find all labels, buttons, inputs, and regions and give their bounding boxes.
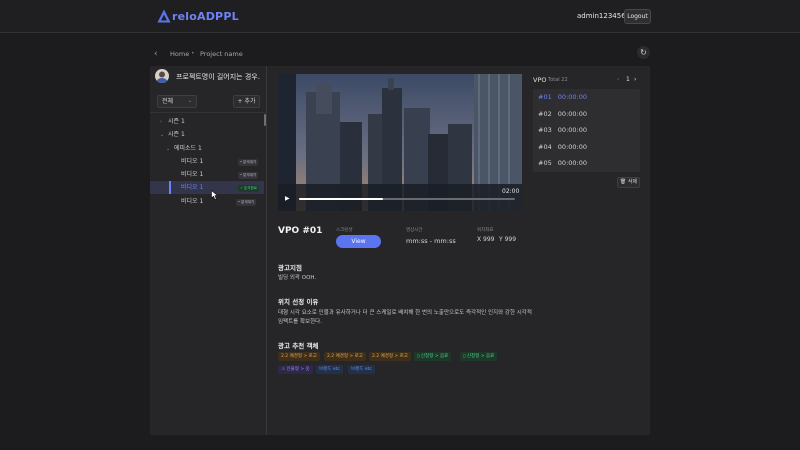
tree-item-label: 비디오 1 bbox=[181, 184, 204, 191]
vpo-item-id: #05 bbox=[538, 159, 552, 167]
trash-icon: 🗑 bbox=[619, 179, 627, 185]
video-timestamp: 02:00 bbox=[502, 188, 520, 195]
recommended-object-chip[interactable]: ▯ 신청형 > 음료 bbox=[414, 352, 452, 361]
project-title: 프로젝트명이 길어지는 경우... bbox=[176, 73, 260, 81]
delete-label: 삭제 bbox=[627, 179, 638, 185]
vpo-list-item[interactable]: #05 00:00:00 bbox=[538, 155, 587, 171]
vpo-detail-title: VPO #01 bbox=[278, 226, 323, 236]
vpo-list-item[interactable]: #04 00:00:00 bbox=[538, 139, 587, 155]
vpo-total: Total 22 bbox=[548, 77, 568, 83]
tree-item-label: 비디오 1 bbox=[181, 171, 204, 178]
vpo-item-time: 00:00:00 bbox=[557, 159, 587, 167]
vpo-item-time: 00:00:00 bbox=[557, 93, 587, 101]
play-icon[interactable]: ▶ bbox=[285, 195, 290, 202]
time-range-value: mm:ss - mm:ss bbox=[406, 237, 456, 245]
vpo-item-id: #01 bbox=[538, 93, 552, 101]
chevron-down-icon[interactable]: ⌄ bbox=[160, 129, 168, 141]
vpo-page-number: 1 bbox=[626, 76, 630, 83]
video-progress-fill bbox=[299, 198, 384, 200]
next-page-icon[interactable]: › bbox=[634, 76, 636, 83]
filter-selected-value: 전체 bbox=[162, 98, 174, 105]
prev-page-icon[interactable]: ‹ bbox=[617, 76, 619, 83]
status-badge: • 분석대기 bbox=[238, 171, 259, 179]
vpo-item-time: 00:00:00 bbox=[557, 142, 587, 151]
chevron-down-icon: ⌄ bbox=[187, 98, 192, 104]
chevron-right-icon[interactable]: › bbox=[160, 116, 168, 128]
status-badge: ✓ 분석완료 bbox=[238, 184, 259, 192]
refresh-icon[interactable]: ↻ bbox=[637, 46, 650, 59]
tree-video-item[interactable]: 비디오 1 bbox=[181, 196, 203, 208]
screenshot-label: 스크린샷 bbox=[336, 228, 353, 233]
position-label: 위치좌표 bbox=[477, 228, 494, 233]
video-player[interactable] bbox=[278, 74, 522, 211]
breadcrumb-project: Project name bbox=[200, 50, 243, 58]
recommended-object-chip[interactable]: 2.2 예경형 > 로고 bbox=[278, 352, 320, 361]
vpo-list-item[interactable]: #02 00:00:00 bbox=[538, 106, 587, 122]
ad-spot-text: 빌딩 외곽 OOH. bbox=[278, 275, 317, 281]
brand-logo-icon[interactable] bbox=[157, 9, 171, 23]
delete-button[interactable]: 🗑 삭제 bbox=[617, 177, 640, 188]
breadcrumb-separator: • bbox=[191, 50, 195, 57]
x-coordinate: X 999 bbox=[477, 236, 495, 243]
view-button[interactable]: View bbox=[336, 235, 381, 248]
tree-item-label: 에피소드 1 bbox=[174, 145, 202, 152]
vpo-list-item[interactable]: #03 00:00:00 bbox=[538, 122, 587, 138]
vpo-list: #01 00:00:00 #02 00:00:00 #03 00:00:00 #04 … bbox=[533, 89, 640, 172]
reason-text: 대형 시각 요소로 인물과 유사하거나 더 큰 스케일로 배치해 한 번의 노출… bbox=[278, 310, 532, 325]
time-label: 영상시간 bbox=[406, 228, 423, 233]
tree-item-label: 비디오 1 bbox=[181, 158, 204, 165]
vpo-item-id: #03 bbox=[538, 126, 552, 134]
video-progress-bar[interactable] bbox=[299, 198, 515, 200]
tree-scrollbar[interactable] bbox=[264, 114, 266, 126]
divider bbox=[150, 112, 267, 113]
tree-episode-item[interactable]: ⌄ 에피소드 1 bbox=[166, 143, 202, 155]
recommended-object-chip[interactable]: 2.2 예경형 > 로고 bbox=[369, 352, 411, 361]
mouse-cursor-icon bbox=[211, 190, 219, 200]
status-badge: • 분석대기 bbox=[236, 198, 257, 206]
brand-name[interactable]: reloADPPL bbox=[172, 10, 239, 23]
vpo-item-id: #02 bbox=[538, 109, 552, 118]
y-coordinate: Y 999 bbox=[499, 236, 517, 243]
add-button[interactable]: + 추가 bbox=[233, 95, 260, 108]
ad-spot-title: 광고지점 bbox=[278, 264, 302, 272]
vpo-item-time: 00:00:00 bbox=[557, 109, 587, 118]
tree-item-label: 시즌 1 bbox=[168, 118, 185, 125]
selected-row-indicator bbox=[169, 181, 171, 194]
vpo-list-item[interactable]: #01 00:00:00 bbox=[538, 89, 587, 105]
recommended-object-chip[interactable]: 브랜드 etc bbox=[316, 365, 343, 374]
breadcrumb-home[interactable]: Home bbox=[170, 50, 189, 58]
back-chevron-icon[interactable]: ‹ bbox=[154, 49, 158, 59]
tree-item-label: 시즌 1 bbox=[168, 131, 185, 138]
reason-title: 위치 선정 이유 bbox=[278, 298, 319, 306]
logout-button[interactable]: Logout bbox=[624, 9, 651, 24]
recommended-object-chip[interactable]: ▯ 신청형 > 음료 bbox=[460, 352, 498, 361]
vpo-item-id: #04 bbox=[538, 142, 552, 151]
tree-video-item[interactable]: 비디오 1 bbox=[181, 169, 203, 181]
project-avatar bbox=[155, 69, 169, 83]
vpo-item-time: 00:00:00 bbox=[557, 126, 587, 134]
vpo-label: VPO bbox=[533, 76, 547, 84]
recommended-objects-title: 광고 추천 객체 bbox=[278, 342, 319, 350]
recommended-object-chip[interactable]: 브랜드 etc bbox=[348, 365, 375, 374]
tree-season-item[interactable]: › 시즌 1 bbox=[160, 116, 185, 128]
recommended-object-chip[interactable]: 2.2 예경형 > 로고 bbox=[324, 352, 366, 361]
tree-item-label: 비디오 1 bbox=[181, 198, 204, 205]
filter-select[interactable]: 전체 ⌄ bbox=[157, 95, 197, 108]
top-bar bbox=[0, 0, 800, 33]
recommended-object-chip[interactable]: ⚠ 인물형 > 옷 bbox=[278, 365, 313, 374]
chevron-down-icon[interactable]: ⌄ bbox=[166, 143, 174, 155]
tree-video-item[interactable]: 비디오 1 bbox=[181, 156, 203, 168]
tree-season-item[interactable]: ⌄ 시즌 1 bbox=[160, 129, 185, 141]
tree-video-item[interactable]: 비디오 1 bbox=[181, 182, 203, 194]
video-frame-image bbox=[278, 74, 522, 211]
status-badge: • 분석대기 bbox=[238, 158, 259, 166]
